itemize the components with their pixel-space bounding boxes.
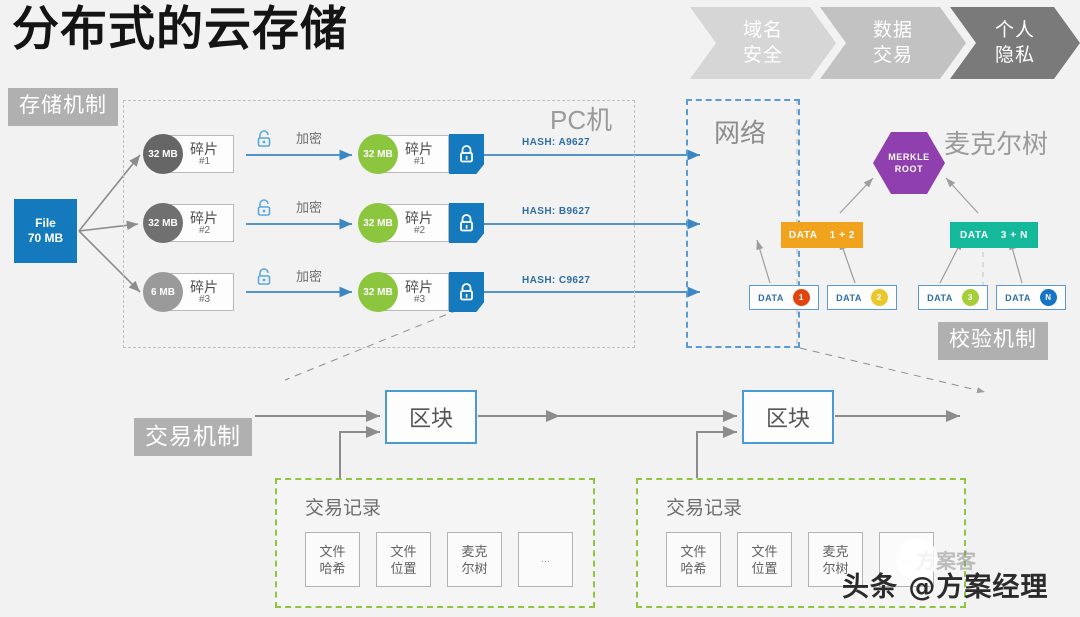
merkle-leaf-badge: 1 (792, 289, 810, 306)
tx-cell-line1: 文件 (319, 543, 346, 559)
encrypt-label-2: 加密 (296, 200, 323, 215)
chunk-size-badge: 6 MB (143, 272, 183, 312)
merkle-root-node: MERKLE ROOT (873, 132, 945, 194)
raw-chunk-2: 32 MB 碎片 #2 (143, 203, 234, 243)
chunk-index: #1 (414, 156, 426, 167)
merkle-mid-label: DATA (960, 229, 989, 241)
chevron-label-line2: 交易 (872, 45, 913, 66)
merkle-mid-node-2: DATA 3 + N (950, 222, 1038, 248)
merkle-mid-value: 3 + N (1000, 229, 1028, 241)
raw-chunk-1: 32 MB 碎片 #1 (143, 134, 234, 174)
tx-cell-line1: ... (540, 553, 551, 565)
open-lock-icon (256, 268, 272, 291)
chevron-label-line2: 安全 (742, 45, 783, 66)
chevron-label-line1: 域名 (742, 20, 783, 41)
encrypt-label-3: 加密 (296, 269, 323, 284)
chunk-size-badge: 32 MB (143, 134, 183, 174)
merkle-leaf-1: DATA 1 (749, 285, 819, 310)
hash-label-3: HASH: C9627 (522, 275, 591, 286)
merkle-leaf-4: DATA N (996, 285, 1066, 310)
merkle-leaf-label: DATA (927, 292, 953, 303)
merkle-mid-node-1: DATA 1 + 2 (781, 222, 863, 248)
merkle-root-line1: MERKLE (888, 152, 930, 162)
merkle-root-line2: ROOT (894, 164, 924, 174)
chevron-label-line1: 数据 (872, 20, 913, 41)
tx-cell-line2: 哈希 (319, 560, 346, 576)
pc-region-label: PC机 (550, 105, 613, 135)
tx-cell-file-hash: 文件 哈希 (305, 532, 360, 587)
chunk-size-badge: 32 MB (358, 134, 398, 174)
tx-cell-line1: 文件 (680, 543, 707, 559)
merkle-tree-label: 麦克尔树 (944, 129, 1049, 159)
tx-cell-line2: 尔树 (461, 560, 488, 576)
hash-label-2: HASH: B9627 (522, 206, 591, 217)
chevron-label-line2: 隐私 (994, 45, 1035, 66)
tx-cell-line1: 麦克 (822, 543, 849, 559)
tx-cell-file-location: 文件 位置 (737, 532, 792, 587)
tx-cell-line1: 麦克 (461, 543, 488, 559)
chevron-label-line1: 个人 (994, 20, 1035, 41)
source-file-box: File 70 MB (14, 199, 77, 263)
merkle-leaf-2: DATA 2 (827, 285, 897, 310)
encrypted-chunk-3: 32 MB 碎片 #3 (358, 272, 484, 312)
merkle-mid-label: DATA (788, 229, 818, 241)
badge-transaction-mechanism: 交易机制 (134, 418, 252, 456)
encrypt-label-1: 加密 (296, 131, 323, 146)
network-region-label: 网络 (714, 118, 767, 148)
tx-cell-line2: 位置 (390, 560, 417, 576)
closed-lock-icon (449, 272, 484, 312)
hash-label-1: HASH: A9627 (522, 137, 590, 148)
tx-cell-file-hash: 文件 哈希 (666, 532, 721, 587)
tx-cell-line2: 哈希 (680, 560, 707, 576)
merkle-leaf-label: DATA (758, 292, 784, 303)
merkle-leaf-label: DATA (836, 292, 862, 303)
badge-storage-mechanism: 存储机制 (8, 88, 118, 126)
open-lock-icon (256, 199, 272, 222)
badge-verification-mechanism: 校验机制 (938, 322, 1048, 360)
chunk-size-badge: 32 MB (143, 203, 183, 243)
merkle-leaf-badge: N (1039, 289, 1057, 306)
chunk-index: #3 (414, 294, 426, 305)
transaction-record-title: 交易记录 (305, 498, 382, 519)
transaction-record-panel-1: 交易记录 文件 哈希 文件 位置 麦克 尔树 ... (275, 478, 595, 608)
open-lock-icon (256, 130, 272, 153)
file-name: File (35, 216, 56, 230)
transaction-record-title: 交易记录 (666, 498, 743, 519)
closed-lock-icon (449, 203, 484, 243)
chunk-index: #2 (199, 225, 211, 236)
tx-cell-more: ... (518, 532, 573, 587)
chunk-index: #3 (199, 294, 211, 305)
merkle-leaf-label: DATA (1005, 292, 1031, 303)
merkle-leaf-badge: 2 (870, 289, 888, 306)
tx-cell-line1: 文件 (751, 543, 778, 559)
chevron-domain-security[interactable]: 域名 安全 (690, 7, 836, 79)
chevron-personal-privacy[interactable]: 个人 隐私 (950, 7, 1080, 79)
tx-cell-file-location: 文件 位置 (376, 532, 431, 587)
chunk-size-badge: 32 MB (358, 272, 398, 312)
chevron-data-trade[interactable]: 数据 交易 (820, 7, 966, 79)
block-node-2: 区块 (742, 390, 834, 444)
slide-canvas: 分布式的云存储 域名 安全 数据 交易 个人 隐私 PC机 网络 麦克尔树 存储… (0, 0, 1080, 617)
file-size: 70 MB (27, 231, 64, 245)
tx-cell-merkle-tree: 麦克 尔树 (447, 532, 502, 587)
block-node-1: 区块 (385, 390, 477, 444)
watermark-text: 头条 @方案经理 (842, 572, 1049, 603)
chunk-index: #1 (199, 156, 211, 167)
merkle-leaf-3: DATA 3 (918, 285, 988, 310)
encrypted-chunk-2: 32 MB 碎片 #2 (358, 203, 484, 243)
merkle-leaf-badge: 3 (961, 289, 979, 306)
tx-cell-line1: 文件 (390, 543, 417, 559)
raw-chunk-3: 6 MB 碎片 #3 (143, 272, 234, 312)
chunk-size-badge: 32 MB (358, 203, 398, 243)
tx-cell-line2: 位置 (751, 560, 778, 576)
page-title: 分布式的云存储 (12, 2, 348, 55)
encrypted-chunk-1: 32 MB 碎片 #1 (358, 134, 484, 174)
merkle-mid-value: 1 + 2 (829, 229, 856, 241)
closed-lock-icon (449, 134, 484, 174)
chunk-index: #2 (414, 225, 426, 236)
